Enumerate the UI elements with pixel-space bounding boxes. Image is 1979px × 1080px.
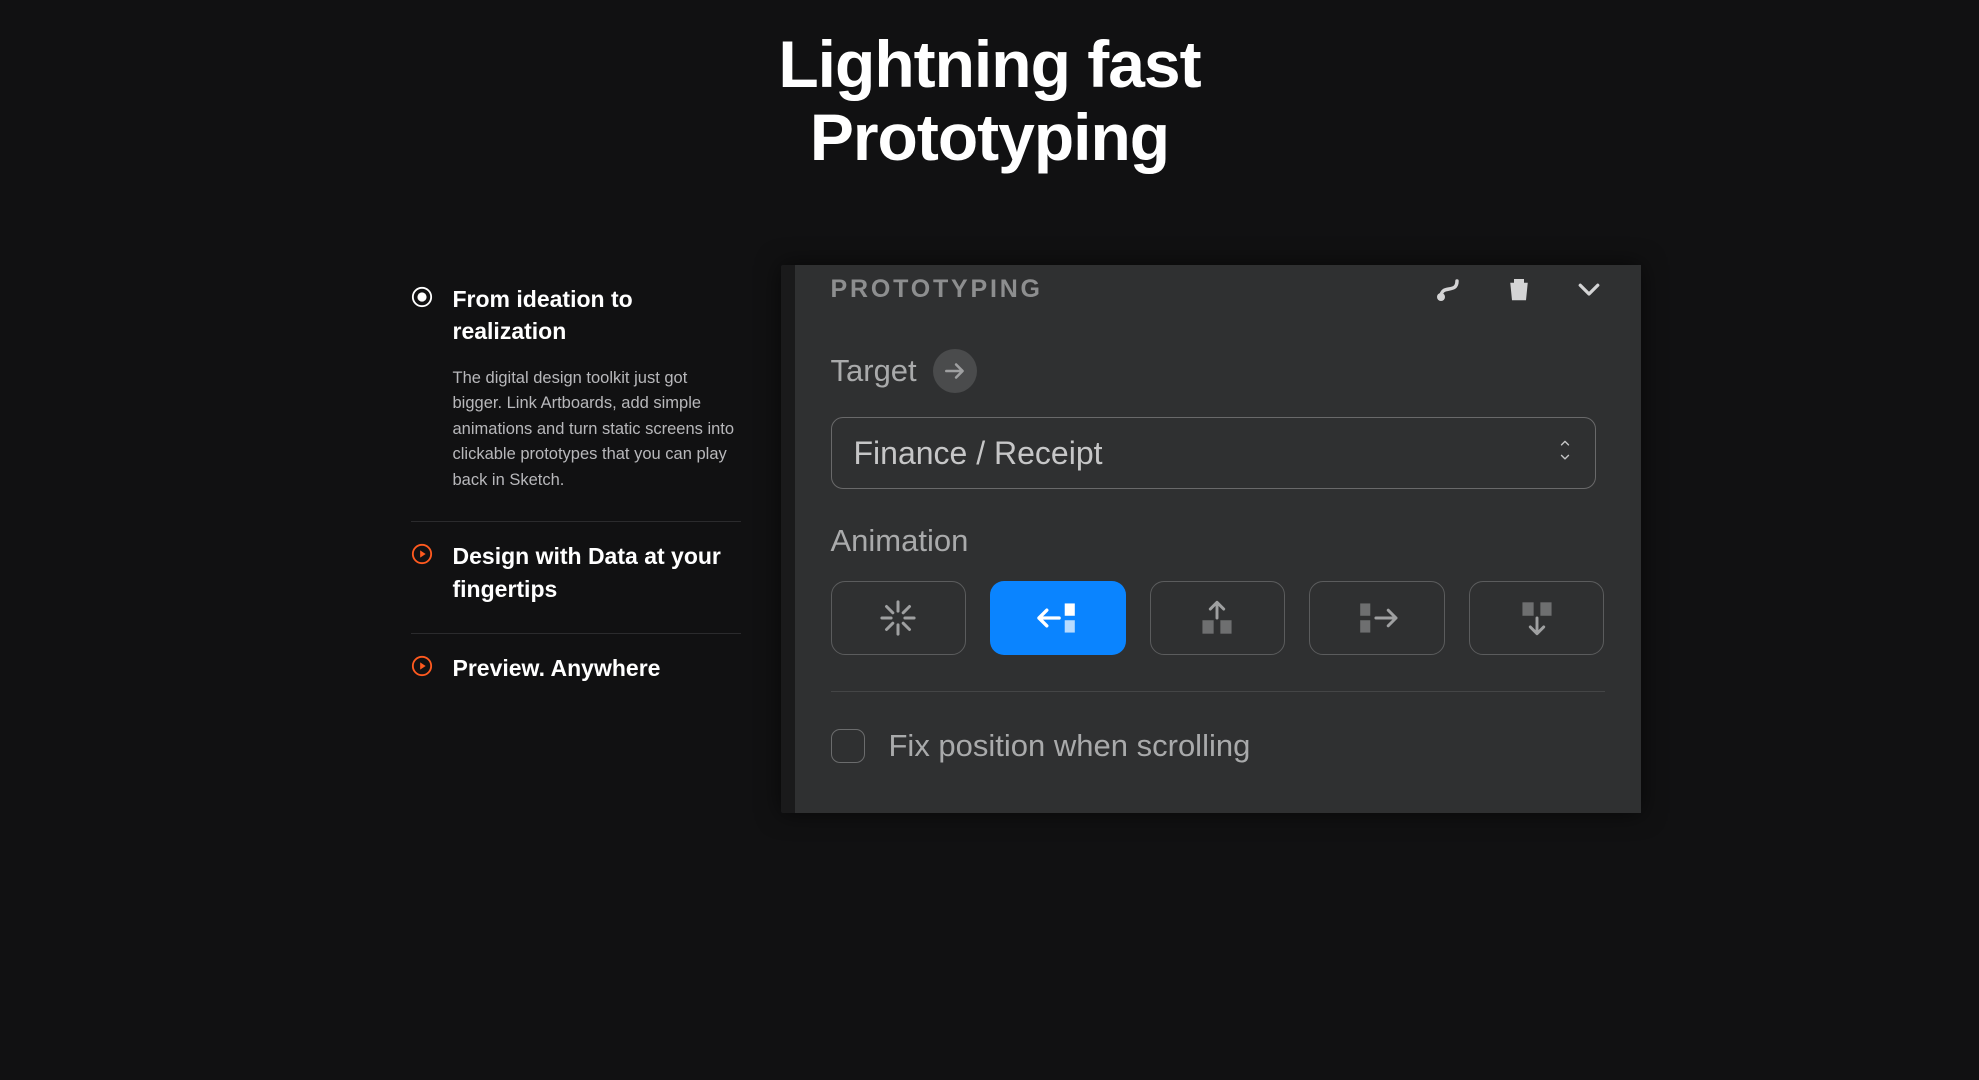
feature-title: Preview. Anywhere (453, 652, 741, 684)
feature-desc: The digital design toolkit just got bigg… (453, 366, 741, 494)
feature-body: Preview. Anywhere (453, 652, 741, 684)
feature-item-ideation[interactable]: From ideation to realization The digital… (411, 265, 741, 522)
link-icon[interactable] (1433, 273, 1465, 305)
feature-body: From ideation to realization The digital… (453, 283, 741, 493)
feature-title: From ideation to realization (453, 283, 741, 347)
animation-row (831, 581, 1605, 655)
animation-slide-up-button[interactable] (1150, 581, 1286, 655)
target-section: Target (831, 349, 1605, 393)
animation-slide-right-button[interactable] (1309, 581, 1445, 655)
panel-title: PROTOTYPING (831, 275, 1043, 304)
play-circle-icon (411, 655, 433, 677)
panel-actions (1433, 273, 1605, 305)
target-arrow-button[interactable] (933, 349, 977, 393)
heading-line-1: Lightning fast (778, 27, 1200, 101)
content-row: From ideation to realization The digital… (246, 265, 1734, 813)
trash-icon[interactable] (1503, 273, 1535, 305)
animation-label: Animation (831, 523, 1605, 559)
heading-line-2: Prototyping (810, 100, 1169, 174)
animation-none-button[interactable] (831, 581, 967, 655)
chevron-down-icon[interactable] (1573, 273, 1605, 305)
fix-position-label: Fix position when scrolling (889, 728, 1251, 764)
radio-active-icon (411, 286, 433, 308)
target-select[interactable]: Finance / Receipt (831, 417, 1596, 489)
animation-slide-left-button[interactable] (990, 581, 1126, 655)
panel-divider (831, 691, 1605, 692)
prototyping-panel: PROTOTYPING Target (781, 265, 1641, 813)
panel-header: PROTOTYPING (831, 265, 1605, 305)
stepper-arrows-icon (1555, 439, 1575, 467)
animation-slide-down-button[interactable] (1469, 581, 1605, 655)
feature-item-data[interactable]: Design with Data at your fingertips (411, 522, 741, 633)
fix-position-checkbox[interactable] (831, 729, 865, 763)
fix-position-row[interactable]: Fix position when scrolling (831, 728, 1605, 764)
feature-title: Design with Data at your fingertips (453, 540, 741, 604)
page-wrapper: Lightning fast Prototyping From ideation… (246, 0, 1734, 812)
feature-body: Design with Data at your fingertips (453, 540, 741, 604)
panel-holder: PROTOTYPING Target (781, 265, 1734, 813)
target-label: Target (831, 353, 917, 389)
page-heading: Lightning fast Prototyping (246, 28, 1734, 173)
feature-sidebar: From ideation to realization The digital… (411, 265, 761, 712)
play-circle-icon (411, 543, 433, 565)
feature-item-preview[interactable]: Preview. Anywhere (411, 634, 741, 712)
target-select-value: Finance / Receipt (854, 435, 1103, 472)
